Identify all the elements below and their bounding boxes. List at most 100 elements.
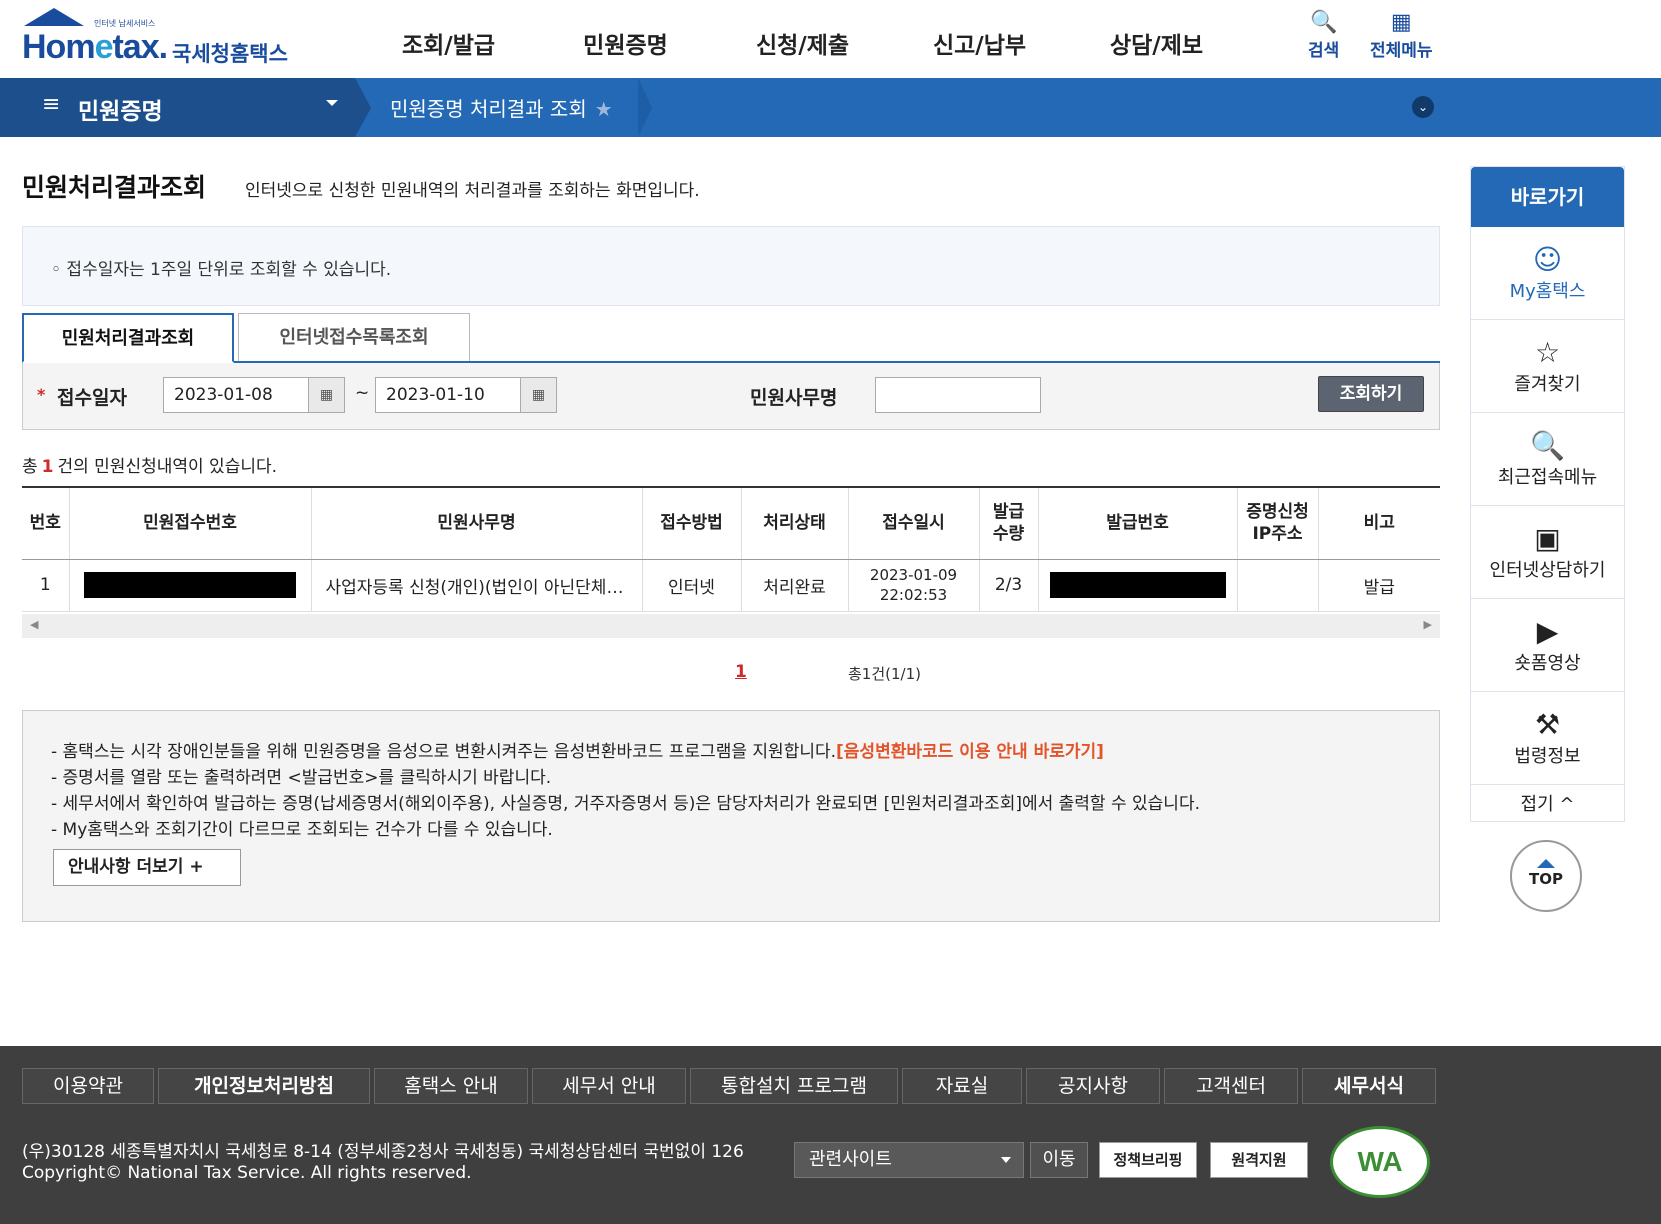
gavel-icon: ⚒	[1534, 708, 1561, 741]
notice-box: ◦ 접수일자는 1주일 단위로 조회할 수 있습니다.	[22, 226, 1440, 306]
date-from-input[interactable]: 2023-01-08	[163, 377, 309, 413]
search-button[interactable]: 🔍 검색	[1308, 10, 1339, 61]
star-icon: ☆	[1534, 336, 1561, 369]
quick-menu-title: 바로가기	[1471, 167, 1624, 227]
menu-dropdown[interactable]: ≡ 민원증명	[0, 78, 355, 137]
tab-result-inquiry[interactable]: 민원처리결과조회	[22, 313, 234, 363]
col-header-status: 처리상태	[740, 486, 848, 560]
nav-divider-2	[638, 78, 652, 137]
required-mark: *	[37, 385, 46, 404]
monitor-icon: ▣	[1534, 522, 1561, 555]
address-text: (우)30128 세종특별자치시 국세청로 8-14 (정부세종2청사 국세청동…	[22, 1142, 744, 1162]
scroll-left-icon[interactable]: ◀	[30, 618, 38, 631]
chevron-down-icon[interactable]: ⌄	[1412, 96, 1434, 118]
col-header-no: 번호	[22, 486, 69, 560]
redaction-block	[1049, 572, 1226, 598]
col-header-issue-no: 발급번호	[1037, 486, 1237, 560]
footer-address: (우)30128 세종특별자치시 국세청로 8-14 (정부세종2청사 국세청동…	[22, 1142, 744, 1184]
cell-office-name[interactable]: 사업자등록 신청(개인)(법인이 아닌단체 포함)	[310, 559, 642, 612]
copyright-text: Copyright© National Tax Service. All rig…	[22, 1163, 472, 1183]
footer-link-office-guide[interactable]: 세무서 안내	[532, 1068, 686, 1104]
user-icon: ☺	[1532, 243, 1563, 276]
quick-item-shortform-video[interactable]: ▶ 숏폼영상	[1471, 599, 1624, 692]
play-icon: ▶	[1536, 615, 1559, 648]
page-title: 민원처리결과조회	[22, 173, 207, 202]
page-description: 인터넷으로 신청한 민원내역의 처리결과를 조회하는 화면입니다.	[245, 181, 700, 201]
table-row: 1 사업자등록 신청(개인)(법인이 아닌단체 포함) 인터넷 처리완료 202…	[22, 559, 1440, 612]
cell-note: 발급	[1317, 559, 1440, 612]
quick-item-label: 최근접속메뉴	[1497, 467, 1598, 488]
info-line-1: - 홈택스는 시각 장애인분들을 위해 민원증명을 음성으로 변환시켜주는 음성…	[51, 737, 1104, 762]
location-bar: ≡ 민원증명 민원증명 처리결과 조회 ★ ⌄	[0, 78, 1661, 137]
count-number: 1	[41, 457, 54, 477]
related-sites-select[interactable]: 관련사이트	[794, 1142, 1024, 1178]
breadcrumb: 민원증명 처리결과 조회 ★	[390, 93, 613, 122]
scroll-right-icon[interactable]: ▶	[1424, 618, 1432, 631]
search-label: 검색	[1308, 41, 1340, 61]
footer-link-archive[interactable]: 자료실	[902, 1068, 1022, 1104]
cell-no: 1	[22, 559, 69, 612]
quick-item-my-hometax[interactable]: ☺ My홈택스	[1471, 227, 1624, 320]
table-header-row: 번호 민원접수번호 민원사무명 접수방법 처리상태 접수일시 발급 수량 발급번…	[22, 486, 1440, 560]
calendar-icon[interactable]: ▦	[520, 377, 557, 413]
footer-link-privacy[interactable]: 개인정보처리방침	[158, 1068, 370, 1104]
footer-link-install[interactable]: 통합설치 프로그램	[690, 1068, 898, 1104]
footer-link-hometax-guide[interactable]: 홈택스 안내	[374, 1068, 528, 1104]
quick-item-favorites[interactable]: ☆ 즐겨찾기	[1471, 320, 1624, 413]
breadcrumb-label: 민원증명 처리결과 조회	[390, 97, 587, 121]
footer-link-notice[interactable]: 공지사항	[1026, 1068, 1160, 1104]
count-suffix: 건의 민원신청내역이 있습니다.	[57, 457, 278, 477]
arrow-up-icon	[1537, 859, 1555, 868]
info-box: - 홈택스는 시각 장애인분들을 위해 민원증명을 음성으로 변환시켜주는 음성…	[22, 710, 1440, 922]
gnb-item-consult[interactable]: 상담/제보	[1068, 26, 1245, 60]
cell-date: 2023-01-09	[869, 566, 958, 584]
page-total: 총1건(1/1)	[848, 665, 921, 683]
cell-issue-no-redacted[interactable]	[1037, 559, 1237, 612]
result-count: 총 1 건의 민원신청내역이 있습니다.	[22, 452, 277, 477]
favorite-star-icon[interactable]: ★	[595, 97, 613, 121]
global-nav: 조회/발급 민원증명 신청/제출 신고/납부 상담/제보	[360, 26, 1245, 60]
search-submit-button[interactable]: 조회하기	[1318, 376, 1424, 412]
notice-text: ◦ 접수일자는 1주일 단위로 조회할 수 있습니다.	[51, 260, 392, 280]
gnb-item-certificate[interactable]: 민원증명	[537, 26, 714, 60]
all-menu-button[interactable]: ▦ 전체메뉴	[1370, 10, 1433, 61]
cell-method: 인터넷	[641, 559, 741, 612]
scroll-top-button[interactable]: TOP	[1510, 840, 1582, 912]
office-name-input[interactable]	[875, 377, 1041, 413]
top-label: TOP	[1529, 870, 1563, 888]
search-icon: 🔍	[1309, 10, 1338, 35]
gnb-item-inquiry[interactable]: 조회/발급	[360, 26, 537, 60]
date-to-input[interactable]: 2023-01-10	[375, 377, 521, 413]
quick-item-recent-menu[interactable]: 🔍 최근접속메뉴	[1471, 413, 1624, 506]
more-info-button[interactable]: 안내사항 더보기 +	[53, 849, 241, 886]
all-menu-label: 전체메뉴	[1370, 41, 1433, 61]
quick-menu-fold-button[interactable]: 접기 ^	[1471, 785, 1624, 825]
footer: 이용약관 개인정보처리방침 홈택스 안내 세무서 안내 통합설치 프로그램 자료…	[0, 1046, 1661, 1224]
gnb-item-application[interactable]: 신청/제출	[714, 26, 891, 60]
quick-item-internet-consult[interactable]: ▣ 인터넷상담하기	[1471, 506, 1624, 599]
voice-barcode-link[interactable]: [음성변환바코드 이용 안내 바로가기]	[836, 742, 1104, 762]
col-header-office-name: 민원사무명	[310, 486, 642, 560]
footer-link-tax-forms[interactable]: 세무서식	[1302, 1068, 1436, 1104]
tab-internet-receipt-list[interactable]: 인터넷접수목록조회	[238, 313, 470, 363]
remote-support-button[interactable]: 원격지원	[1210, 1142, 1308, 1178]
policy-briefing-button[interactable]: 정책브리핑	[1099, 1142, 1197, 1178]
chevron-down-icon	[1001, 1157, 1011, 1163]
footer-link-customer-center[interactable]: 고객센터	[1164, 1068, 1298, 1104]
footer-link-terms[interactable]: 이용약관	[22, 1068, 154, 1104]
quick-item-label: 인터넷상담하기	[1489, 560, 1606, 581]
calendar-icon[interactable]: ▦	[308, 377, 345, 413]
quick-item-label: 법령정보	[1514, 746, 1581, 767]
page-link-current[interactable]: 1	[735, 662, 747, 682]
document-search-icon: 🔍	[1530, 429, 1565, 462]
gnb-item-report[interactable]: 신고/납부	[891, 26, 1068, 60]
quick-item-law-info[interactable]: ⚒ 법령정보	[1471, 692, 1624, 785]
header: 인터넷 납세서비스 Hometax. 국세청홈택스 조회/발급 민원증명 신청/…	[0, 0, 1661, 78]
horizontal-scrollbar[interactable]: ◀ ▶	[22, 614, 1440, 638]
hometax-logo[interactable]: 인터넷 납세서비스 Hometax. 국세청홈택스	[22, 8, 302, 68]
cell-time: 22:02:53	[879, 586, 948, 604]
info-line-1-text: - 홈택스는 시각 장애인분들을 위해 민원증명을 음성으로 변환시켜주는 음성…	[51, 742, 837, 762]
col-header-qty: 발급 수량	[978, 486, 1038, 560]
move-button[interactable]: 이동	[1030, 1142, 1088, 1178]
menu-dropdown-label: 민원증명	[78, 99, 163, 125]
